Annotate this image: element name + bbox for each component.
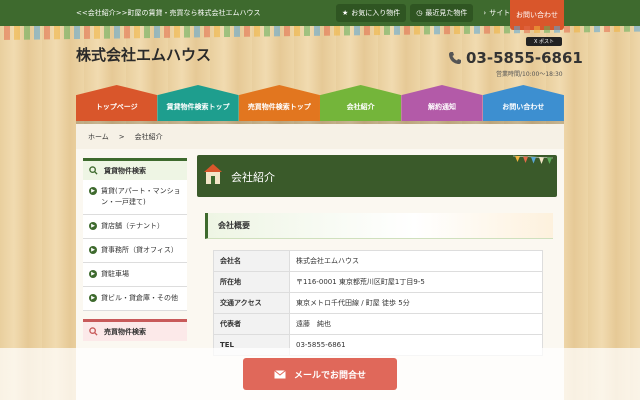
- arrow-right-icon: ▶: [89, 187, 97, 195]
- arrow-right-icon: ▶: [89, 270, 97, 278]
- table-row: 会社名 株式会社エムハウス: [213, 250, 543, 272]
- sidebar-item-label: 貸事務所（貸オフィス）: [101, 246, 178, 254]
- top-links: ★ お気に入り物件 ◷ 最近見た物件 › サイトマップ: [336, 4, 537, 22]
- breadcrumb-current: 会社紹介: [134, 132, 163, 141]
- recent-link[interactable]: ◷ 最近見た物件: [410, 4, 474, 22]
- search-icon: [89, 327, 98, 336]
- mail-contact-button[interactable]: メールでお問合せ: [243, 358, 397, 390]
- breadcrumb-separator: >: [118, 132, 125, 141]
- phone-block: 03-5855-6861: [448, 49, 583, 67]
- page-title: 会社紹介: [231, 171, 275, 184]
- phone-icon: [449, 52, 461, 64]
- chevron-right-icon: ›: [483, 9, 487, 17]
- sidebar-rent-list: ▶ 賃貸(アパート・マンション・一戸建て) ▶ 貸店舗（テナント） ▶ 貸事務所（貸オフィ…: [83, 180, 187, 311]
- sidebar-item[interactable]: ▶ 賃貸(アパート・マンション・一戸建て): [83, 180, 187, 215]
- row-key: 会社名: [213, 250, 290, 272]
- sidebar-item-label: 貸店舗（テナント）: [101, 222, 164, 230]
- clock-icon: ◷: [416, 9, 423, 17]
- table-row: 所在地 〒116-0001 東京都荒川区町屋1丁目9-5: [213, 271, 543, 293]
- row-value: 株式会社エムハウス: [289, 250, 543, 272]
- favorites-link[interactable]: ★ お気に入り物件: [336, 4, 407, 22]
- nav-item[interactable]: お問い合わせ: [482, 85, 564, 121]
- business-hours: 営業時間/10:00～18:30: [496, 71, 563, 78]
- sidebar-sale-heading: 売買物件検索: [83, 319, 187, 341]
- arrow-right-icon: ▶: [89, 294, 97, 302]
- sidebar-item[interactable]: ▶ 貸ビル・貸倉庫・その他: [83, 287, 187, 311]
- section-heading: 会社概要: [205, 213, 553, 239]
- global-nav: トップページ 賃貸物件検索トップ 売買物件検索トップ 会社紹介 解約通知 お問い合わせ: [76, 85, 564, 121]
- breadcrumb: ホーム > 会社紹介: [76, 124, 564, 149]
- row-value: 遠藤 純也: [289, 313, 543, 335]
- table-row: 交通アクセス 東京メトロ千代田線 / 町屋 徒歩 5分: [213, 292, 543, 314]
- company-table: 会社名 株式会社エムハウス 所在地 〒116-0001 東京都荒川区町屋1丁目9-5 交…: [213, 250, 543, 356]
- sidebar-item-label: 賃貸(アパート・マンション・一戸建て): [101, 187, 181, 206]
- row-value: 東京メトロ千代田線 / 町屋 徒歩 5分: [289, 292, 543, 314]
- nav-item[interactable]: 売買物件検索トップ: [238, 85, 320, 121]
- arrow-right-icon: ▶: [89, 246, 97, 254]
- sidebar-item[interactable]: ▶ 貸店舗（テナント）: [83, 215, 187, 239]
- sidebar-item-label: 貸ビル・貸倉庫・その他: [101, 294, 178, 302]
- bunting-flags-icon: [513, 155, 553, 164]
- row-key: 所在地: [213, 271, 290, 293]
- row-key: 交通アクセス: [213, 292, 290, 314]
- star-icon: ★: [342, 9, 349, 17]
- sidebar-item[interactable]: ▶ 貸駐車場: [83, 263, 187, 287]
- sidebar-item[interactable]: ▶ 貸事務所（貸オフィス）: [83, 239, 187, 263]
- row-value: 〒116-0001 東京都荒川区町屋1丁目9-5: [289, 271, 543, 293]
- search-icon: [89, 166, 98, 175]
- row-key: 代表者: [213, 313, 290, 335]
- x-post-button[interactable]: X ポスト: [526, 37, 562, 46]
- table-row: 代表者 遠藤 純也: [213, 313, 543, 335]
- nav-item[interactable]: 会社紹介: [319, 85, 402, 121]
- sidebar-item-label: 貸駐車場: [101, 270, 129, 278]
- site-title[interactable]: 株式会社エムハウス: [76, 44, 211, 65]
- contact-tab[interactable]: お問い合わせ: [510, 0, 564, 30]
- sidebar: 賃貸物件検索 ▶ 賃貸(アパート・マンション・一戸建て) ▶ 貸店舗（テナント） ▶ 貸事…: [83, 158, 187, 341]
- nav-item[interactable]: トップページ: [76, 85, 158, 121]
- house-icon: [204, 164, 222, 184]
- nav-item[interactable]: 解約通知: [401, 85, 483, 121]
- envelope-icon: [274, 369, 286, 378]
- page-header: 会社紹介: [197, 155, 557, 197]
- nav-item[interactable]: 賃貸物件検索トップ: [157, 85, 239, 121]
- sidebar-rent-heading: 賃貸物件検索: [83, 158, 187, 180]
- site-tagline: <<会社紹介>>町屋の賃貸・売買なら株式会社エムハウス: [76, 9, 261, 17]
- breadcrumb-home[interactable]: ホーム: [88, 132, 109, 142]
- phone-number: 03-5855-6861: [466, 49, 583, 67]
- arrow-right-icon: ▶: [89, 222, 97, 230]
